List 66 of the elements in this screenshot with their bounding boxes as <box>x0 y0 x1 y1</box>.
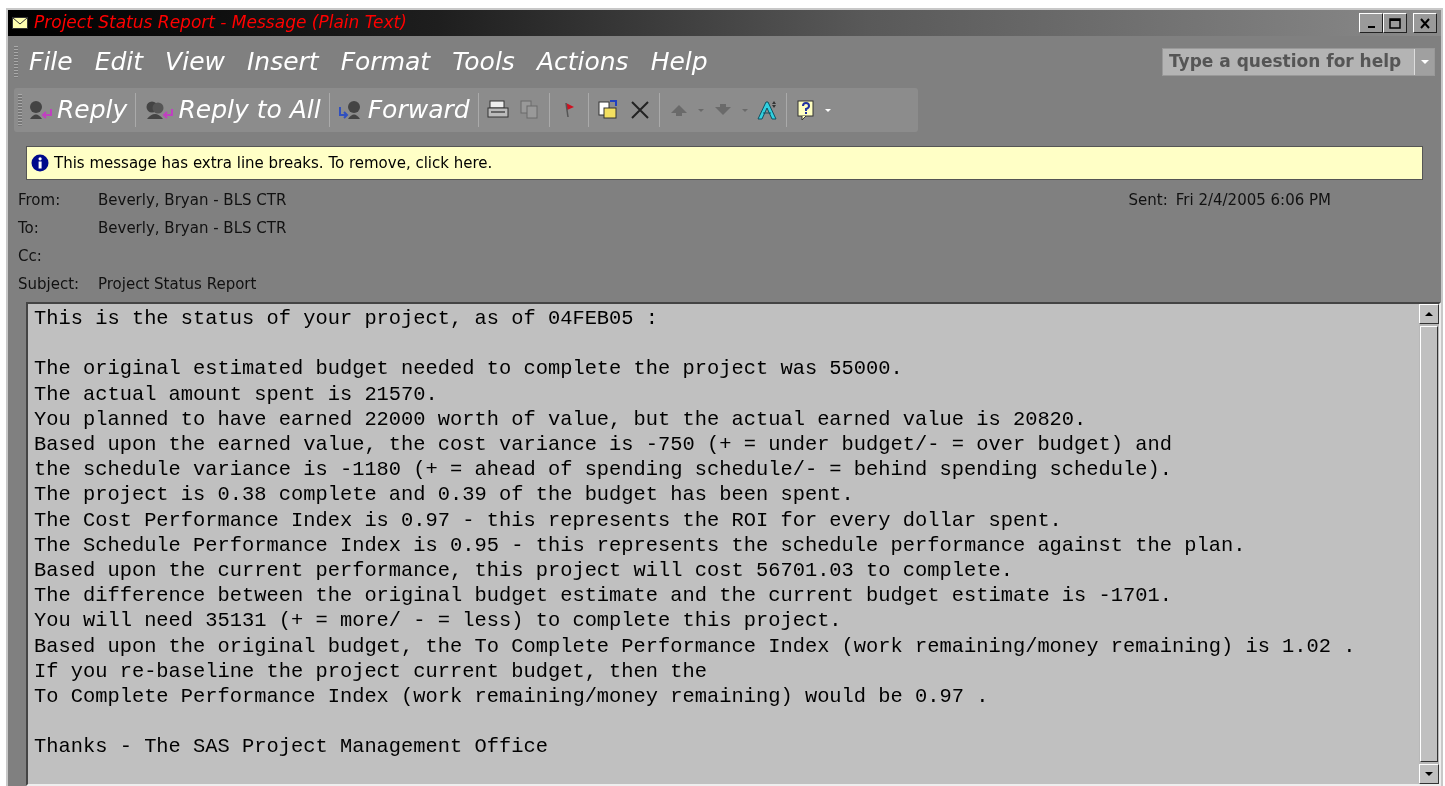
menu-item[interactable]: File <box>18 43 84 81</box>
body-line: To Complete Performance Index (work remaining/money remaining) would be 0.97 . <box>34 684 990 710</box>
field-label: Subject: <box>18 273 81 295</box>
body-line: The actual amount spent is 21570. <box>34 381 439 407</box>
field-value: Project Status Report <box>98 273 257 295</box>
info-message[interactable]: This message has extra line breaks. To remove, click here. <box>54 151 493 175</box>
print-icon <box>486 99 509 121</box>
dropdown-button[interactable] <box>1414 49 1434 75</box>
minimize-icon <box>1367 26 1375 28</box>
move-folder-icon <box>596 99 619 121</box>
body-line: Thanks - The SAS Project Management Office <box>34 734 549 760</box>
font-size-icon <box>755 99 778 121</box>
body-line: Based upon the original budget, the To Complete Performance Index (work remaining/money remaining) is 1.02 . <box>34 633 1357 659</box>
scroll-down-button[interactable] <box>1419 764 1439 784</box>
body-line: The difference between the original budget estimate and the current budget estimate is -1701. <box>34 583 1173 609</box>
toolbar-button[interactable]: Forward <box>332 91 475 129</box>
body-line: You will need 35131 (+ = more/ - = less) to complete this project. <box>34 608 843 634</box>
menu-item[interactable]: Format <box>329 43 442 81</box>
body-line: This is the status of your project, as of 04FEB05 : <box>34 306 660 332</box>
window-title: Project Status Report - Message (Plain Text) <box>34 11 407 35</box>
scrollbar-thumb[interactable] <box>1420 326 1438 762</box>
body-line: Based upon the current performance, this project will cost 56701.03 to complete. <box>34 558 1014 584</box>
close-button[interactable] <box>1413 13 1437 33</box>
caret-icon <box>824 108 831 112</box>
toolbar-button[interactable]: Reply <box>22 91 133 129</box>
up-arrow-icon <box>1425 311 1433 317</box>
down-arrow-icon <box>1425 771 1433 777</box>
caret-icon <box>1420 59 1429 65</box>
help-search-field[interactable]: Type a question for help <box>1162 48 1435 76</box>
envelope-icon <box>12 17 28 29</box>
toolbar-button[interactable]: Reply to All <box>139 91 326 129</box>
caret-icon <box>741 108 748 112</box>
reply-all-icon <box>144 99 175 121</box>
delete-icon <box>628 99 651 121</box>
field-value: Beverly, Bryan - BLS CTR <box>98 189 287 211</box>
body-line: the schedule variance is -1180 (+ = ahead of spending schedule/- = behind spending schedule). <box>34 457 1173 483</box>
menu-item[interactable]: Actions <box>525 43 640 81</box>
help-icon <box>794 99 817 121</box>
body-line: The original estimated budget needed to complete the project was 55000. <box>34 356 904 382</box>
body-line: The project is 0.38 complete and 0.39 of the budget has been spent. <box>34 482 855 508</box>
menu-item[interactable]: Tools <box>441 43 526 81</box>
body-line: You planned to have earned 22000 worth of value, but the actual earned value is 20820. <box>34 406 1088 432</box>
scroll-up-button[interactable] <box>1419 304 1439 324</box>
body-line: The Schedule Performance Index is 0.95 - this represents the schedule performance against the plan. <box>34 532 1247 559</box>
field-label: From: <box>18 189 62 211</box>
field-value: Fri 2/4/2005 6:06 PM <box>1175 189 1331 211</box>
close-icon <box>1420 17 1430 29</box>
body-line: Based upon the earned value, the cost variance is -750 (+ = under budget/- = over budget) and <box>34 432 1173 458</box>
reply-icon <box>27 99 53 121</box>
body-line: The Cost Performance Index is 0.97 - this represents the ROI for every dollar spent. <box>34 507 1063 533</box>
menu-item[interactable]: Edit <box>83 43 155 81</box>
caret-icon <box>697 108 704 112</box>
copy-icon <box>518 99 541 121</box>
menu-item[interactable]: View <box>154 43 236 81</box>
field-label: Cc: <box>18 245 43 267</box>
field-value: Beverly, Bryan - BLS CTR <box>98 217 287 239</box>
minimize-button[interactable] <box>1359 13 1383 33</box>
field-label: Sent: <box>1128 189 1168 211</box>
field-label: To: <box>18 217 40 239</box>
maximize-icon <box>1389 17 1401 29</box>
info-icon <box>31 154 49 172</box>
maximize-button[interactable] <box>1383 13 1407 33</box>
menu-item[interactable]: Help <box>639 43 719 81</box>
body-line: If you re-baseline the project current budget, then the <box>34 658 708 685</box>
menu-item[interactable]: Insert <box>235 43 330 81</box>
info-bar[interactable]: This message has extra line breaks. To remove, click here. <box>26 146 1423 180</box>
